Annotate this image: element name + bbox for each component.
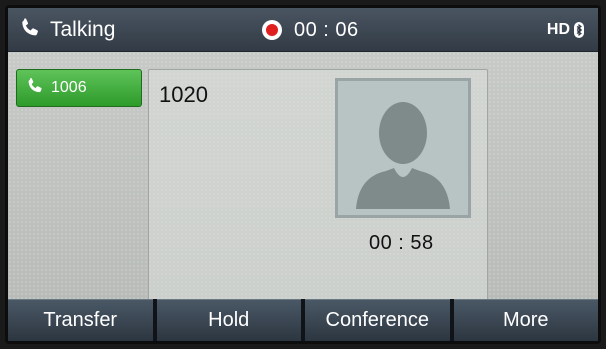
handset-icon bbox=[25, 76, 45, 101]
call-state-label: Talking bbox=[50, 18, 116, 41]
call-duration: 00 : 58 bbox=[369, 232, 434, 254]
more-button[interactable]: More bbox=[453, 299, 598, 341]
handset-icon bbox=[18, 16, 42, 45]
bluetooth-icon bbox=[574, 22, 584, 38]
remote-party-number: 1020 bbox=[159, 82, 208, 107]
hold-button[interactable]: Hold bbox=[156, 299, 301, 341]
contact-avatar bbox=[335, 78, 471, 218]
phone-screen: Talking 00 : 06 HD 1006 1020 00 : 58 Tra… bbox=[5, 5, 601, 344]
hd-indicator: HD bbox=[547, 20, 584, 40]
line-key-1006[interactable]: 1006 bbox=[16, 69, 142, 107]
recording-time: 00 : 06 bbox=[294, 18, 359, 41]
hd-label: HD bbox=[546, 21, 570, 38]
call-info-panel: 1020 00 : 58 bbox=[148, 69, 488, 304]
softkey-bar: Transfer Hold Conference More bbox=[8, 299, 598, 341]
conference-button[interactable]: Conference bbox=[305, 299, 450, 341]
line-key-number: 1006 bbox=[51, 79, 87, 96]
status-bar: Talking 00 : 06 HD bbox=[8, 8, 598, 52]
transfer-button[interactable]: Transfer bbox=[8, 299, 153, 341]
recording-indicator: 00 : 06 bbox=[262, 18, 359, 42]
person-silhouette-icon bbox=[356, 102, 450, 209]
record-icon bbox=[262, 20, 282, 40]
call-state: Talking bbox=[18, 16, 115, 44]
